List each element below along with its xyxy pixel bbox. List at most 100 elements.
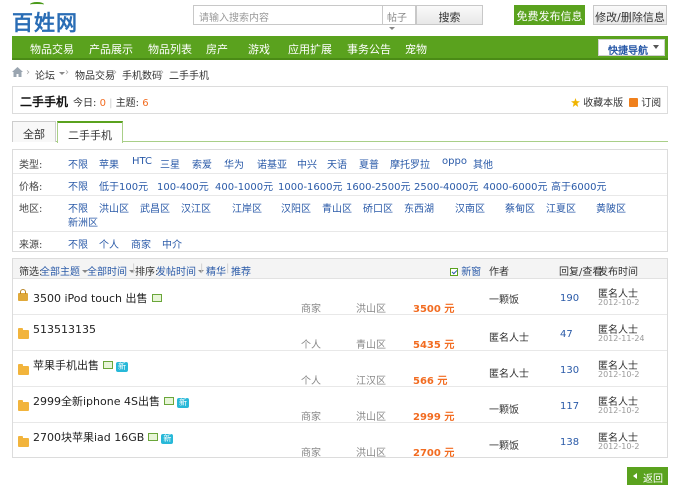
free-post-button[interactable]: 免费发布信息	[514, 5, 585, 25]
filter-option[interactable]: 江夏区	[546, 200, 576, 215]
thread-author[interactable]: 一颗饭	[489, 291, 519, 306]
filter-option[interactable]: 不限	[68, 236, 88, 251]
thread-replies: 117	[560, 401, 580, 412]
filter-option[interactable]: 汉阳区	[281, 200, 311, 215]
filter-option[interactable]: 不限	[68, 200, 88, 215]
nav-item[interactable]: 应用扩展	[288, 41, 332, 57]
filter-option[interactable]: 东西湖	[404, 200, 434, 215]
filter-option[interactable]: 商家	[131, 236, 151, 251]
search-input[interactable]: 请输入搜索内容	[193, 5, 383, 25]
thread-title[interactable]: 3500 iPod touch 出售	[33, 290, 162, 306]
filter-option[interactable]: 夏普	[359, 156, 379, 171]
digest-filter[interactable]: 精华	[206, 263, 226, 278]
all-topics-dropdown[interactable]: 全部主题	[40, 263, 88, 278]
filter-option[interactable]: 蔡甸区	[505, 200, 535, 215]
nav-item[interactable]: 事务公告	[347, 41, 391, 57]
recommend-filter[interactable]: 推荐	[231, 263, 251, 278]
filter-option[interactable]: 新洲区	[68, 214, 98, 229]
new-window-toggle[interactable]: 新窗	[450, 263, 481, 278]
folder-icon	[18, 400, 29, 411]
filter-option[interactable]: 索爱	[192, 156, 212, 171]
thread-title[interactable]: 2700块苹果iad 16GB 新	[33, 429, 174, 445]
search-button[interactable]: 搜索	[416, 5, 483, 25]
thread-area: 洪山区	[356, 448, 386, 459]
filter-option[interactable]: 高于6000元	[551, 178, 606, 193]
filter-option[interactable]: 武昌区	[140, 200, 170, 215]
filter-option[interactable]: 其他	[473, 156, 493, 171]
nav-item[interactable]: 房产	[206, 41, 228, 57]
filter-option[interactable]: oppo	[442, 156, 467, 167]
filter-option[interactable]: 硚口区	[363, 200, 393, 215]
filter-option[interactable]: 低于100元	[99, 178, 148, 193]
filter-option[interactable]: 100-400元	[157, 178, 209, 193]
filter-option[interactable]: 天语	[327, 156, 347, 171]
nav-item[interactable]: 宠物	[405, 41, 427, 57]
filter-option[interactable]: 个人	[99, 236, 119, 251]
filter-label: 类型:	[19, 160, 43, 171]
table-row[interactable]: 苹果手机出售新 个人 江汉区 566 元 匿名人士 130 匿名人士 2012-…	[13, 352, 667, 387]
tab-used-phones[interactable]: 二手手机	[57, 121, 123, 143]
sort-label: 排序:	[135, 267, 159, 278]
filter-option[interactable]: 不限	[68, 156, 88, 171]
search-type-select[interactable]: 帖子	[383, 5, 416, 30]
nav-item[interactable]: 产品展示	[89, 41, 133, 57]
filter-option[interactable]: 苹果	[99, 156, 119, 171]
filter-option[interactable]: 华为	[224, 156, 244, 171]
breadcrumb-item[interactable]: 论坛	[35, 67, 55, 82]
nav-item[interactable]: 物品列表	[148, 41, 192, 57]
thread-title-text: 2700块苹果iad 16GB	[33, 431, 145, 444]
table-row[interactable]: 2700块苹果iad 16GB 新 商家 洪山区 2700 元 一颗饭 138 匿…	[13, 424, 667, 459]
home-icon[interactable]	[12, 67, 23, 77]
tab-all[interactable]: 全部	[12, 121, 56, 142]
thread-author[interactable]: 一颗饭	[489, 437, 519, 452]
thread-date: 2012-10-2	[598, 442, 640, 451]
thread-author[interactable]: 一颗饭	[489, 401, 519, 416]
filter-option[interactable]: 4000-6000元	[483, 178, 548, 193]
filter-option[interactable]: 中介	[162, 236, 182, 251]
favorite-forum-link[interactable]: 收藏本版	[571, 94, 623, 109]
filter-option[interactable]: 黄陂区	[596, 200, 626, 215]
nav-item[interactable]: 物品交易	[30, 41, 74, 57]
arrow-left-icon	[633, 473, 637, 479]
table-row[interactable]: 513513135 个人 青山区 5435 元 匿名人士 47 匿名人士 201…	[13, 316, 667, 351]
filter-option[interactable]: 汉江区	[181, 200, 211, 215]
header-separator: |	[200, 263, 204, 274]
breadcrumb-item[interactable]: 手机数码	[122, 67, 162, 82]
breadcrumb: › 论坛 › 物品交易 › 手机数码 › 二手手机	[12, 65, 668, 82]
filter-option[interactable]: 汉南区	[455, 200, 485, 215]
nav-item[interactable]: 游戏	[248, 41, 270, 57]
post-time-column: 发布时间	[598, 267, 638, 278]
thread-author[interactable]: 匿名人士	[489, 365, 529, 380]
filter-option[interactable]: 400-1000元	[215, 178, 273, 193]
filter-option[interactable]: 1600-2500元	[346, 178, 411, 193]
filter-option[interactable]: HTC	[132, 156, 152, 167]
table-row[interactable]: 3500 iPod touch 出售 商家 洪山区 3500 元 一颗饭 190…	[13, 280, 667, 315]
sort-dropdown[interactable]: 发帖时间	[156, 263, 204, 278]
thread-title-text: 2999全新iphone 4S出售	[33, 395, 160, 408]
filter-option[interactable]: 不限	[68, 178, 88, 193]
subscribe-link[interactable]: 订阅	[629, 94, 661, 109]
thread-author[interactable]: 匿名人士	[489, 329, 529, 344]
filter-option[interactable]: 洪山区	[99, 200, 129, 215]
filter-option[interactable]: 江岸区	[232, 200, 262, 215]
table-row[interactable]: 2999全新iphone 4S出售 新 商家 洪山区 2999 元 一颗饭 117…	[13, 388, 667, 423]
breadcrumb-separator: ›	[65, 67, 69, 78]
edit-delete-button[interactable]: 修改/删除信息	[593, 5, 667, 25]
thread-title[interactable]: 苹果手机出售 新	[33, 357, 128, 373]
filter-option[interactable]: 2500-4000元	[414, 178, 479, 193]
filter-option[interactable]: 中兴	[297, 156, 317, 171]
stats-separator: |	[109, 98, 113, 109]
checkbox-icon[interactable]	[450, 268, 458, 276]
filter-option[interactable]: 1000-1600元	[278, 178, 343, 193]
thread-title[interactable]: 513513135	[33, 323, 96, 336]
all-time-dropdown[interactable]: 全部时间	[87, 263, 135, 278]
filter-option[interactable]: 青山区	[322, 200, 352, 215]
breadcrumb-item[interactable]: 物品交易	[75, 67, 115, 82]
filter-option[interactable]: 诺基亚	[257, 156, 287, 171]
back-button[interactable]: 返回	[627, 467, 668, 485]
filter-option[interactable]: 三星	[160, 156, 180, 171]
site-logo[interactable]: 百姓网	[12, 2, 78, 37]
filter-option[interactable]: 摩托罗拉	[390, 156, 430, 171]
thread-title[interactable]: 2999全新iphone 4S出售 新	[33, 393, 189, 409]
quick-nav-button[interactable]: 快捷导航	[598, 39, 665, 57]
